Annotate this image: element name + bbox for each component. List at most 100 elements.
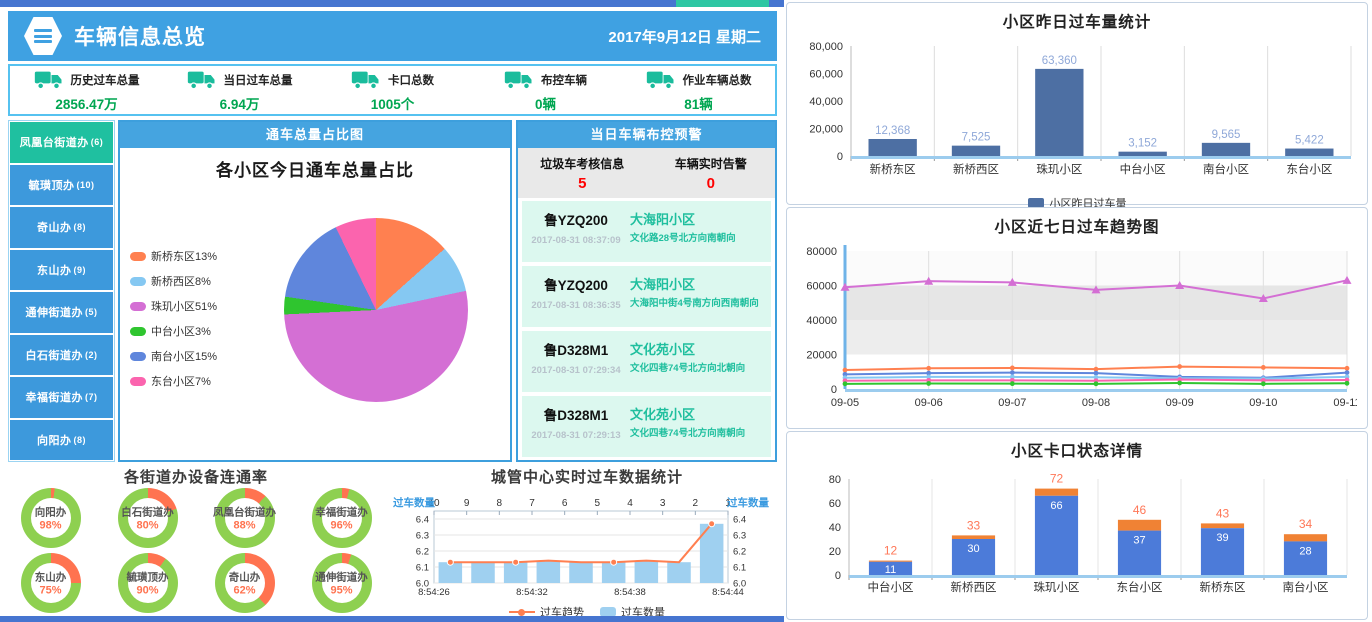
stat-item-3: 布控车辆 0辆 <box>469 66 622 114</box>
legend-label: 中台小区3% <box>151 323 211 339</box>
pie-legend-item-3[interactable]: 中台小区3% <box>130 323 217 339</box>
gauge-5: 毓璜顶办 90% <box>99 550 196 615</box>
gauge-0: 向阳办 98% <box>2 485 99 550</box>
svg-text:09-09: 09-09 <box>1166 397 1194 409</box>
community-name: 文化苑小区 <box>630 339 767 358</box>
pie-legend-item-5[interactable]: 东台小区7% <box>130 373 217 389</box>
top-strip-green-segment <box>676 0 769 7</box>
alert-entry-2[interactable]: 鲁D328M1 2017-08-31 07:29:34 文化苑小区 文化四巷74… <box>522 331 771 392</box>
realtime-alarm-label: 车辆实时告警 <box>647 155 776 172</box>
svg-text:09-06: 09-06 <box>915 397 943 409</box>
gauge-name: 向阳办 <box>1 504 101 519</box>
sidebar-item-6[interactable]: 幸福街道办(7) <box>10 377 113 418</box>
svg-text:80000: 80000 <box>806 246 837 258</box>
gauge-name: 奇山办 <box>195 569 295 584</box>
yesterday-volume-title: 小区昨日过车量统计 <box>787 3 1367 32</box>
svg-text:新桥东区: 新桥东区 <box>1200 580 1246 594</box>
stat-label: 作业车辆总数 <box>683 72 752 88</box>
svg-text:过车数量: 过车数量 <box>727 496 769 509</box>
gauge-percent: 98% <box>1 519 101 531</box>
stat-value: 1005个 <box>371 93 415 113</box>
svg-text:40,000: 40,000 <box>809 96 843 108</box>
svg-text:过车数量: 过车数量 <box>393 496 435 509</box>
plate-number: 鲁D328M1 <box>522 404 630 424</box>
alert-address: 文化路28号北方向南朝向 <box>630 233 767 245</box>
sidebar-item-4[interactable]: 通伸街道办(5) <box>10 292 113 333</box>
svg-text:中台小区: 中台小区 <box>1120 162 1166 176</box>
svg-text:8:54:44: 8:54:44 <box>712 587 744 598</box>
legend-swatch <box>130 277 146 286</box>
pie-chart-title: 各小区今日通车总量占比 <box>120 156 510 181</box>
sidebar-item-3[interactable]: 东山办(9) <box>10 250 113 291</box>
sidebar-item-0[interactable]: 凤凰台街道办(6) <box>10 122 113 163</box>
svg-text:09-05: 09-05 <box>831 397 859 409</box>
svg-text:8:54:32: 8:54:32 <box>516 587 548 598</box>
stat-value: 0辆 <box>535 93 556 113</box>
alert-time: 2017-08-31 08:36:35 <box>522 300 630 311</box>
gauges-grid: 向阳办 98% 白石街道办 80% 凤凰台街道办 88% 幸福街道办 96% 东… <box>2 485 390 615</box>
pie-legend-item-4[interactable]: 南台小区15% <box>130 348 217 364</box>
pie-panel: 通车总量占比图 各小区今日通车总量占比 新桥东区13% 新桥西区8% 珠玑小区5… <box>118 120 512 462</box>
stat-value: 2856.47万 <box>55 93 117 113</box>
stat-label: 当日过车总量 <box>224 72 293 88</box>
svg-text:6.4: 6.4 <box>416 515 429 526</box>
alert-entry-3[interactable]: 鲁D328M1 2017-08-31 07:29:13 文化苑小区 文化四巷74… <box>522 396 771 457</box>
pie-legend-item-0[interactable]: 新桥东区13% <box>130 248 217 264</box>
street-office-sidebar: 凤凰台街道办(6)毓璜顶办(10)奇山办(8)东山办(9)通伸街道办(5)白石街… <box>8 120 115 462</box>
alert-address: 文化四巷74号北方向南朝向 <box>630 428 767 440</box>
svg-text:40000: 40000 <box>806 315 837 327</box>
gauge-percent: 88% <box>195 519 295 531</box>
alert-time: 2017-08-31 07:29:34 <box>522 365 630 376</box>
gauge-percent: 90% <box>98 584 198 596</box>
gauge-name: 毓璜顶办 <box>98 569 198 584</box>
vehicle-dashboard: 车辆信息总览 2017年9月12日 星期二 历史过车总量 2856.47万 当日… <box>0 0 1372 622</box>
gauge-name: 凤凰台街道办 <box>195 504 295 519</box>
svg-text:6.3: 6.3 <box>733 531 746 542</box>
garbage-truck-check-col: 垃圾车考核信息 5 <box>518 155 647 192</box>
checkpoint-status-title: 小区卡口状态详情 <box>787 432 1367 461</box>
svg-text:3,152: 3,152 <box>1128 138 1157 150</box>
realtime-traffic-chart: 6.06.06.16.16.26.26.36.36.46.41098765432… <box>392 487 782 606</box>
alert-entry-1[interactable]: 鲁YZQ200 2017-08-31 08:36:35 大海阳小区 大海阳中街4… <box>522 266 771 327</box>
alert-entry-0[interactable]: 鲁YZQ200 2017-08-31 08:37:09 大海阳小区 文化路28号… <box>522 201 771 262</box>
pie-legend-item-2[interactable]: 珠玑小区51% <box>130 298 217 314</box>
svg-text:39: 39 <box>1216 532 1228 544</box>
legend-label: 新桥东区13% <box>151 248 217 264</box>
svg-text:东台小区: 东台小区 <box>1286 162 1332 176</box>
stat-label: 卡口总数 <box>388 72 434 88</box>
sidebar-item-2[interactable]: 奇山办(8) <box>10 207 113 248</box>
legend-label: 新桥西区8% <box>151 273 211 289</box>
svg-text:63,360: 63,360 <box>1042 55 1077 67</box>
sidebar-item-5[interactable]: 白石街道办(2) <box>10 335 113 376</box>
alert-panel-header: 当日车辆布控预警 <box>518 122 775 148</box>
gauge-2: 凤凰台街道办 88% <box>196 485 293 550</box>
svg-text:8: 8 <box>497 498 503 509</box>
pie-legend-item-1[interactable]: 新桥西区8% <box>130 273 217 289</box>
svg-text:中台小区: 中台小区 <box>868 580 914 594</box>
svg-text:珠玑小区: 珠玑小区 <box>1036 162 1082 176</box>
svg-text:60: 60 <box>829 498 841 510</box>
plate-number: 鲁YZQ200 <box>522 274 630 294</box>
gauge-name: 东山办 <box>1 569 101 584</box>
header-bar: 车辆信息总览 2017年9月12日 星期二 <box>8 11 777 61</box>
sidebar-item-7[interactable]: 向阳办(8) <box>10 420 113 461</box>
alert-list: 鲁YZQ200 2017-08-31 08:37:09 大海阳小区 文化路28号… <box>518 198 775 457</box>
connectivity-gauges-panel: 各街道办设备连通率 向阳办 98% 白石街道办 80% 凤凰台街道办 88% 幸… <box>2 466 390 616</box>
checkpoint-status-panel: 小区卡口状态详情 0204060801112中台小区3033新桥西区6672珠玑… <box>786 431 1368 620</box>
community-name: 大海阳小区 <box>630 209 767 228</box>
svg-text:20,000: 20,000 <box>809 124 843 136</box>
svg-text:46: 46 <box>1133 503 1147 517</box>
gauge-3: 幸福街道办 96% <box>293 485 390 550</box>
svg-text:9: 9 <box>464 498 470 509</box>
svg-text:60000: 60000 <box>806 281 837 293</box>
gauge-percent: 96% <box>292 519 392 531</box>
sidebar-item-1[interactable]: 毓璜顶办(10) <box>10 165 113 206</box>
svg-text:28: 28 <box>1299 545 1311 557</box>
legend-label: 珠玑小区51% <box>151 298 217 314</box>
svg-text:2: 2 <box>693 498 699 509</box>
top-strip <box>0 0 784 7</box>
svg-text:12,368: 12,368 <box>875 125 910 137</box>
svg-text:34: 34 <box>1299 517 1313 531</box>
svg-text:东台小区: 东台小区 <box>1117 580 1163 594</box>
stat-value: 6.94万 <box>220 93 260 113</box>
